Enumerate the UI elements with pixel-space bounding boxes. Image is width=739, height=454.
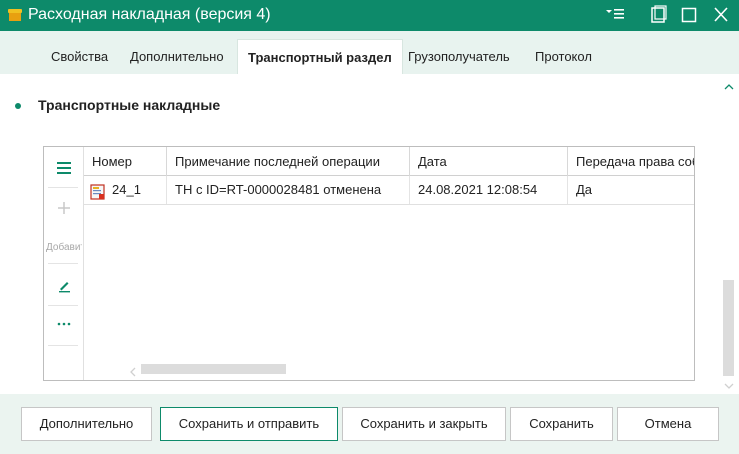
window-title: Расходная накладная (версия 4) <box>28 6 271 23</box>
cell-transfer[interactable]: Да <box>568 176 694 204</box>
tab-consignee[interactable]: Грузополучатель <box>408 39 510 74</box>
section-title: Транспортные накладные <box>38 97 221 113</box>
scroll-left-icon[interactable] <box>129 365 137 377</box>
document-box-icon <box>8 9 22 21</box>
transport-invoices-grid: Добавить Номер Примечание последней опер… <box>43 146 695 381</box>
close-window-icon[interactable] <box>712 4 730 26</box>
column-header-transfer[interactable]: Передача права собственности <box>568 147 694 176</box>
tab-additional[interactable]: Дополнительно <box>130 39 224 74</box>
tab-properties[interactable]: Свойства <box>51 39 108 74</box>
column-header-date[interactable]: Дата <box>410 147 568 176</box>
document-status-icon <box>90 182 106 200</box>
table-header: Номер Примечание последней операции Дата… <box>84 147 694 176</box>
add-button-label: Добавить <box>46 242 82 253</box>
restore-window-icon[interactable] <box>650 4 668 26</box>
save-and-close-button[interactable]: Сохранить и закрыть <box>342 407 506 441</box>
section-bullet <box>15 103 21 109</box>
vertical-scroll-thumb[interactable] <box>723 280 734 376</box>
footer-bar: Дополнительно Сохранить и отправить Сохр… <box>0 394 739 454</box>
window-menu-icon[interactable] <box>604 4 628 26</box>
additional-button[interactable]: Дополнительно <box>21 407 152 441</box>
scroll-up-icon[interactable] <box>723 80 735 90</box>
cell-number[interactable]: 24_1 <box>84 176 167 204</box>
tab-bar: Свойства Дополнительно Транспортный разд… <box>0 31 739 74</box>
scroll-down-icon[interactable] <box>723 379 735 389</box>
ellipsis-icon[interactable] <box>44 311 84 337</box>
cell-number-text: 24_1 <box>112 182 141 197</box>
column-header-note[interactable]: Примечание последней операции <box>167 147 410 176</box>
vertical-scrollbar[interactable] <box>720 74 739 394</box>
content-area: Транспортные накладные Добавить Номер <box>0 74 739 394</box>
title-bar: Расходная накладная (версия 4) <box>0 0 739 31</box>
cell-date[interactable]: 24.08.2021 12:08:54 <box>410 176 568 204</box>
plus-icon[interactable] <box>44 195 84 221</box>
save-button[interactable]: Сохранить <box>510 407 613 441</box>
grid-table: Номер Примечание последней операции Дата… <box>84 147 694 380</box>
maximize-window-icon[interactable] <box>681 4 697 26</box>
horizontal-scroll-thumb[interactable] <box>141 364 286 374</box>
pencil-icon[interactable] <box>44 273 84 299</box>
save-and-send-button[interactable]: Сохранить и отправить <box>160 407 338 441</box>
tab-transport-section[interactable]: Транспортный раздел <box>237 39 403 74</box>
table-row[interactable]: 24_1 ТН с ID=RT-0000028481 отменена 24.0… <box>84 176 694 205</box>
grid-toolbar: Добавить <box>44 147 84 380</box>
hamburger-icon[interactable] <box>44 155 84 181</box>
cancel-button[interactable]: Отмена <box>617 407 719 441</box>
horizontal-scrollbar[interactable] <box>124 361 694 379</box>
column-header-number[interactable]: Номер <box>84 147 167 176</box>
cell-note[interactable]: ТН с ID=RT-0000028481 отменена <box>167 176 410 204</box>
tab-protocol[interactable]: Протокол <box>535 39 592 74</box>
